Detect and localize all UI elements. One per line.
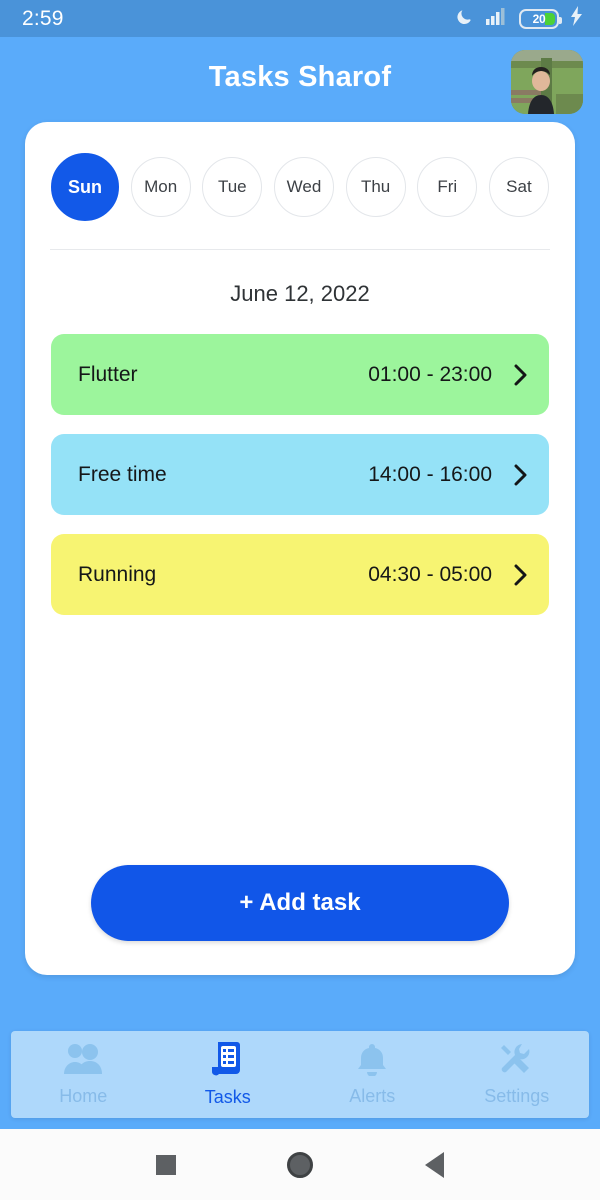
signal-bars-icon — [486, 7, 508, 30]
nav-label-settings: Settings — [484, 1086, 550, 1106]
system-navigation-bar — [0, 1129, 600, 1200]
status-bar: 2:59 20 — [0, 0, 600, 37]
chevron-right-icon[interactable] — [514, 564, 527, 586]
back-triangle-button[interactable] — [425, 1151, 445, 1178]
nav-label-tasks: Tasks — [204, 1087, 251, 1107]
moon-icon — [455, 6, 475, 31]
day-selector: Sun Mon Tue Wed Thu Fri Sat — [25, 122, 575, 221]
page-title: Tasks Sharof — [208, 61, 392, 93]
chevron-right-icon[interactable] — [514, 464, 527, 486]
status-bar-icons: 20 — [455, 6, 584, 31]
nav-item-alerts[interactable]: Alerts — [300, 1031, 445, 1118]
charging-bolt-icon — [570, 6, 584, 31]
task-time: 04:30 - 05:00 — [368, 562, 492, 586]
tools-icon — [499, 1042, 535, 1081]
nav-item-home[interactable]: Home — [11, 1031, 156, 1118]
avatar[interactable] — [511, 50, 583, 114]
day-chip-mon[interactable]: Mon — [130, 157, 191, 217]
bell-icon — [356, 1042, 388, 1081]
app-bar: Tasks Sharof — [0, 37, 600, 118]
status-bar-clock: 2:59 — [22, 6, 64, 30]
bottom-navigation: Home Tasks Alerts Settings — [11, 1031, 589, 1118]
battery-percent-label: 20 — [532, 11, 546, 26]
nav-label-home: Home — [59, 1086, 108, 1106]
nav-item-tasks[interactable]: Tasks — [156, 1031, 301, 1118]
day-chip-wed[interactable]: Wed — [273, 157, 334, 217]
day-chip-sun[interactable]: Sun — [51, 153, 119, 221]
task-time: 14:00 - 16:00 — [368, 462, 492, 486]
home-circle-button[interactable] — [287, 1151, 314, 1178]
task-row[interactable]: Running 04:30 - 05:00 — [51, 534, 549, 615]
selected-date-label: June 12, 2022 — [230, 281, 370, 306]
list-doc-icon — [211, 1041, 245, 1082]
chevron-right-icon[interactable] — [514, 364, 527, 386]
task-title: Flutter — [78, 362, 138, 386]
task-time: 01:00 - 23:00 — [368, 362, 492, 386]
add-task-button[interactable]: + Add task — [91, 865, 509, 941]
day-chip-sat[interactable]: Sat — [488, 157, 549, 217]
day-chip-tue[interactable]: Tue — [202, 157, 263, 217]
battery-fill — [545, 12, 555, 25]
add-task-area: + Add task — [25, 865, 575, 941]
task-list: Flutter 01:00 - 23:00 Free time 14:00 - … — [25, 307, 575, 615]
nav-item-settings[interactable]: Settings — [445, 1031, 590, 1118]
phone-screen: 2:59 20 Tasks Sharof Sun Mon Tue Wed Thu… — [0, 0, 600, 1200]
people-icon — [63, 1042, 103, 1081]
task-title: Running — [78, 562, 157, 586]
recents-square-button[interactable] — [155, 1154, 176, 1175]
task-title: Free time — [78, 462, 167, 486]
task-row[interactable]: Flutter 01:00 - 23:00 — [51, 334, 549, 415]
battery-icon: 20 — [519, 8, 562, 29]
nav-label-alerts: Alerts — [349, 1086, 396, 1106]
day-chip-fri[interactable]: Fri — [417, 157, 478, 217]
main-card: Sun Mon Tue Wed Thu Fri Sat June 12, 202… — [25, 122, 575, 975]
day-chip-thu[interactable]: Thu — [345, 157, 406, 217]
task-row[interactable]: Free time 14:00 - 16:00 — [51, 434, 549, 515]
